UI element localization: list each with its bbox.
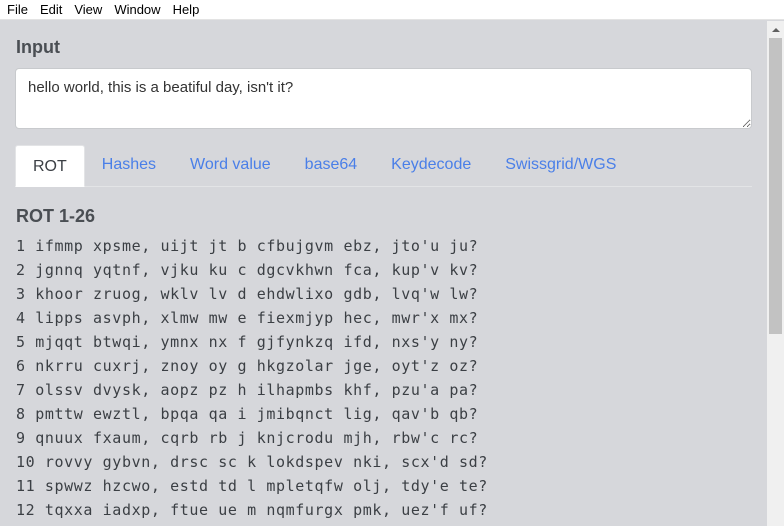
input-title: Input bbox=[16, 37, 60, 57]
rot-line: 4 lipps asvph, xlmw mw e fiexmjyp hec, m… bbox=[16, 309, 479, 327]
rot-results-list: 1 ifmmp xpsme, uijt jt b cfbujgvm ebz, j… bbox=[16, 236, 488, 524]
main-content: Input hello world, this is a beatiful da… bbox=[0, 21, 767, 526]
rot-line: 10 rovvy gybvn, drsc sc k lokdspev nki, … bbox=[16, 453, 488, 471]
rot-line: 7 olssv dvysk, aopz pz h ilhapmbs khf, p… bbox=[16, 381, 479, 399]
scrollbar-thumb[interactable] bbox=[769, 38, 782, 334]
rot-line: 8 pmttw ewztl, bpqa qa i jmibqnct lig, q… bbox=[16, 405, 479, 423]
scroll-up-arrow-icon[interactable] bbox=[767, 21, 784, 38]
rot-line: 1 ifmmp xpsme, uijt jt b cfbujgvm ebz, j… bbox=[16, 237, 479, 255]
menu-edit[interactable]: Edit bbox=[35, 0, 67, 20]
menu-view[interactable]: View bbox=[69, 0, 107, 20]
menu-file[interactable]: File bbox=[2, 0, 33, 20]
tab-keydecode[interactable]: Keydecode bbox=[374, 144, 488, 186]
menu-window[interactable]: Window bbox=[109, 0, 165, 20]
tab-base64[interactable]: base64 bbox=[288, 144, 375, 186]
input-textarea[interactable]: hello world, this is a beatiful day, isn… bbox=[15, 68, 752, 129]
tab-rot[interactable]: ROT bbox=[15, 145, 85, 187]
tab-hashes[interactable]: Hashes bbox=[85, 144, 173, 186]
rot-line: 6 nkrru cuxrj, znoy oy g hkgzolar jge, o… bbox=[16, 357, 479, 375]
rot-line: 12 tqxxa iadxp, ftue ue m nqmfurgx pmk, … bbox=[16, 501, 488, 519]
rot-line: 9 qnuux fxaum, cqrb rb j knjcrodu mjh, r… bbox=[16, 429, 479, 447]
rot-line: 2 jgnnq yqtnf, vjku ku c dgcvkhwn fca, k… bbox=[16, 261, 479, 279]
tab-word-value[interactable]: Word value bbox=[173, 144, 288, 186]
tab-bar: ROT Hashes Word value base64 Keydecode S… bbox=[15, 145, 752, 187]
rot-line: 3 khoor zruog, wklv lv d ehdwlixo gdb, l… bbox=[16, 285, 479, 303]
menu-help[interactable]: Help bbox=[168, 0, 205, 20]
tab-swissgrid-wgs[interactable]: Swissgrid/WGS bbox=[488, 144, 633, 186]
menu-bar: File Edit View Window Help bbox=[0, 0, 784, 20]
vertical-scrollbar[interactable] bbox=[767, 21, 784, 526]
rot-section-title: ROT 1-26 bbox=[16, 206, 96, 226]
rot-line: 5 mjqqt btwqi, ymnx nx f gjfynkzq ifd, n… bbox=[16, 333, 479, 351]
rot-line: 11 spwwz hzcwo, estd td l mpletqfw olj, … bbox=[16, 477, 488, 495]
